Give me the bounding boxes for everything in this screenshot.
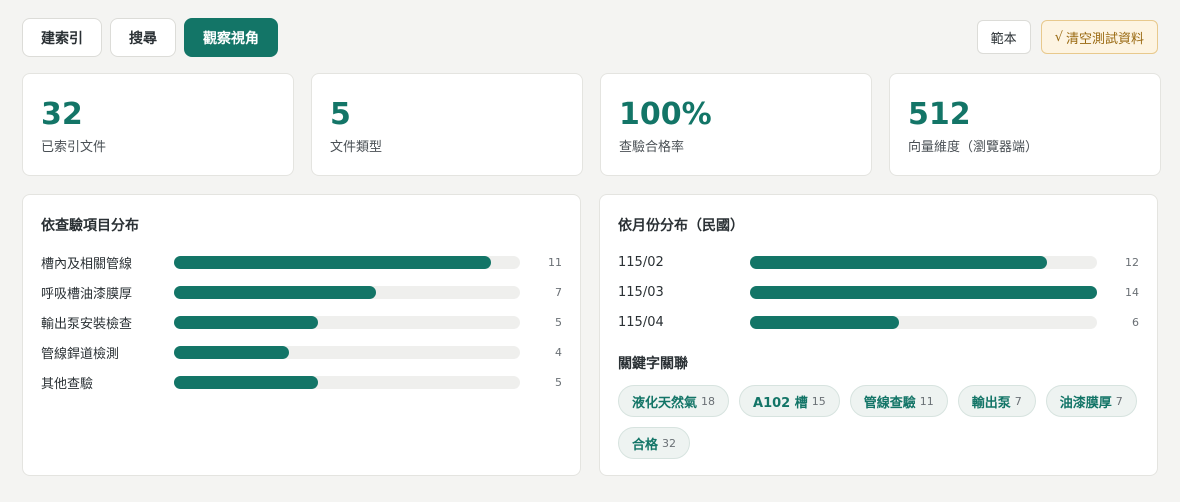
keyword-chip-label: 油漆膜厚: [1059, 395, 1112, 411]
month-row: 115/02 12: [618, 247, 1139, 277]
stat-card-vector-dims: 512 向量維度（瀏覽器端）: [889, 73, 1161, 176]
panel-title: 依查驗項目分布: [41, 218, 139, 234]
keyword-chip-count: 7: [1014, 394, 1022, 408]
item-bar-fill: [173, 345, 290, 359]
stat-card-pass-rate: 100% 查驗合格率: [600, 73, 872, 176]
item-row-label: 管線銲道檢測: [41, 346, 120, 362]
keyword-chip-label: A102 槽: [753, 395, 808, 411]
month-distribution-panel: 依月份分布（民國） 115/02 12 115/03 14 115/04 6 關鍵字關聯 …: [599, 194, 1158, 476]
keyword-chip[interactable]: 輸出泵 7: [957, 385, 1036, 417]
month-bar-fill: [750, 285, 1097, 299]
month-row: 115/03 14: [618, 277, 1139, 307]
keyword-section-title: 關鍵字關聯: [618, 356, 688, 372]
keyword-chip[interactable]: 液化天然氣 18: [618, 385, 730, 417]
stat-label: 文件類型: [330, 140, 383, 155]
item-row: 其他查驗 5: [41, 367, 562, 397]
keyword-chip-list: 液化天然氣 18 A102 槽 15 管線查驗 11 輸出泵 7 油漆膜厚 7 合格 32: [618, 385, 1138, 459]
month-bar-list: 115/02 12 115/03 14 115/04 6: [618, 247, 1139, 337]
clear-test-data-label: 清空測試資料: [1065, 31, 1144, 47]
top-bar: 建索引 搜尋 觀察視角 範本 √ 清空測試資料: [22, 18, 1158, 57]
item-bar-track: [173, 255, 521, 269]
month-row-count: 14: [1125, 285, 1139, 299]
keyword-chip-count: 7: [1115, 394, 1123, 408]
item-row-label: 其他查驗: [41, 376, 94, 392]
tab-search[interactable]: 搜尋: [110, 18, 176, 57]
action-buttons: 範本 √ 清空測試資料: [976, 20, 1158, 54]
keyword-chip[interactable]: A102 槽 15: [739, 385, 840, 417]
month-bar-track: [750, 255, 1097, 269]
keyword-chip-count: 18: [701, 394, 716, 408]
stat-card-doc-types: 5 文件類型: [311, 73, 583, 176]
item-row-label: 槽內及相關管線: [41, 256, 133, 272]
item-bar-track: [173, 345, 521, 359]
inspection-item-distribution-panel: 依查驗項目分布 槽內及相關管線 11 呼吸槽油漆膜厚 7 輸出泵安裝檢查 5 管線銲道檢測 4…: [22, 194, 581, 476]
item-row-count: 5: [555, 375, 562, 389]
keyword-chip[interactable]: 管線查驗 11: [849, 385, 948, 417]
stat-card-indexed-docs: 32 已索引文件: [22, 73, 294, 176]
item-bar-fill: [173, 255, 492, 269]
view-tabs: 建索引 搜尋 觀察視角: [22, 18, 278, 57]
clear-test-data-button[interactable]: √ 清空測試資料: [1040, 20, 1158, 54]
item-row-count: 11: [548, 255, 562, 269]
month-row-count: 6: [1132, 315, 1139, 329]
stats-row: 32 已索引文件 5 文件類型 100% 查驗合格率 512 向量維度（瀏覽器端…: [22, 73, 1161, 176]
month-bar-track: [750, 285, 1097, 299]
keyword-chip-label: 液化天然氣: [632, 395, 698, 411]
item-bar-track: [173, 285, 521, 299]
item-row: 呼吸槽油漆膜厚 7: [41, 277, 562, 307]
stat-value: 512: [908, 97, 971, 132]
stat-label: 向量維度（瀏覽器端）: [908, 140, 1039, 155]
stat-label: 已索引文件: [41, 140, 107, 155]
keyword-chip-count: 32: [662, 436, 677, 450]
keyword-chip-label: 管線查驗: [863, 395, 916, 411]
item-row: 槽內及相關管線 11: [41, 247, 562, 277]
item-bar-track: [173, 315, 521, 329]
item-bar-fill: [173, 375, 319, 389]
keyword-chip-label: 輸出泵: [971, 395, 1011, 411]
item-row-count: 7: [555, 285, 562, 299]
stat-value: 32: [41, 97, 83, 132]
item-row: 輸出泵安裝檢查 5: [41, 307, 562, 337]
stat-value: 5: [330, 97, 351, 132]
keyword-chip[interactable]: 合格 32: [618, 427, 691, 459]
month-row-count: 12: [1125, 255, 1139, 269]
item-row-label: 呼吸槽油漆膜厚: [41, 286, 133, 302]
month-row: 115/04 6: [618, 307, 1139, 337]
month-bar-track: [750, 315, 1097, 329]
item-bar-track: [173, 375, 521, 389]
item-row-count: 5: [555, 315, 562, 329]
keyword-chip[interactable]: 油漆膜厚 7: [1045, 385, 1137, 417]
item-row: 管線銲道檢測 4: [41, 337, 562, 367]
check-icon: √: [1054, 29, 1063, 45]
month-bar-fill: [750, 255, 1048, 269]
month-row-label: 115/02: [618, 254, 664, 270]
keyword-chip-count: 11: [919, 394, 934, 408]
month-row-label: 115/04: [618, 314, 664, 330]
stat-value: 100%: [619, 97, 712, 132]
stat-label: 查驗合格率: [619, 140, 685, 155]
keyword-chip-count: 15: [811, 394, 826, 408]
tab-insights[interactable]: 觀察視角: [184, 18, 278, 57]
item-bar-fill: [173, 315, 319, 329]
item-bar-fill: [173, 285, 376, 299]
tab-build-index[interactable]: 建索引: [22, 18, 102, 57]
month-row-label: 115/03: [618, 284, 664, 300]
item-row-count: 4: [555, 345, 562, 359]
item-bar-list: 槽內及相關管線 11 呼吸槽油漆膜厚 7 輸出泵安裝檢查 5 管線銲道檢測 4 其他查驗 5: [41, 247, 562, 397]
panel-title: 依月份分布（民國）: [618, 218, 744, 234]
item-row-label: 輸出泵安裝檢查: [41, 316, 133, 332]
sample-button[interactable]: 範本: [976, 20, 1031, 54]
keyword-chip-label: 合格: [632, 437, 659, 453]
month-bar-fill: [750, 315, 899, 329]
